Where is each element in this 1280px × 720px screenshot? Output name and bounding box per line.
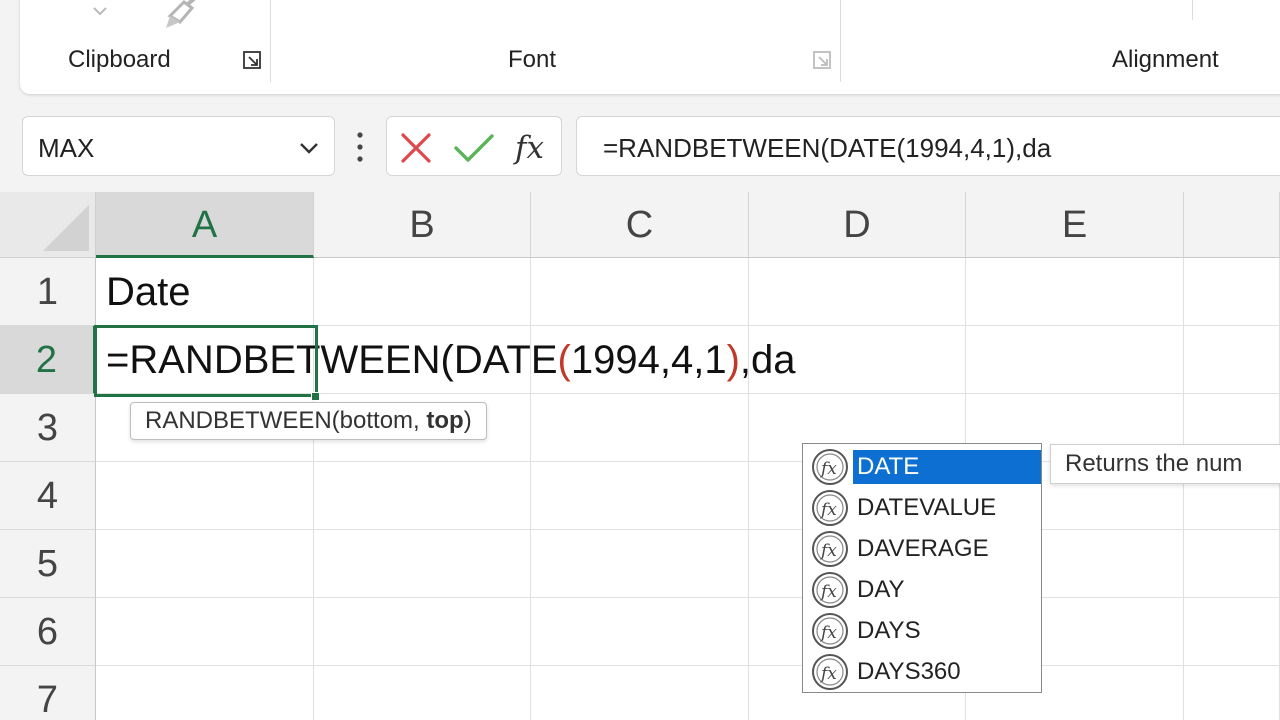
grid-cell[interactable] bbox=[1184, 598, 1280, 666]
format-painter-icon[interactable] bbox=[162, 0, 208, 32]
grid-cell[interactable] bbox=[531, 462, 749, 530]
cell-a1[interactable]: Date bbox=[106, 270, 191, 315]
name-box[interactable]: MAX bbox=[22, 116, 335, 176]
function-icon: fx bbox=[812, 613, 848, 649]
autocomplete-label: DAYS bbox=[857, 617, 921, 644]
grid-cell[interactable] bbox=[749, 258, 966, 326]
row-header-2[interactable]: 2 bbox=[0, 326, 96, 394]
column-header-b[interactable]: B bbox=[314, 192, 531, 258]
function-icon: fx bbox=[812, 654, 848, 690]
column-header-c[interactable]: C bbox=[531, 192, 749, 258]
grid-cell[interactable] bbox=[96, 666, 314, 720]
grid-cell[interactable] bbox=[314, 258, 531, 326]
autocomplete-label: DAY bbox=[857, 576, 905, 603]
autocomplete-item-daverage[interactable]: fx DAVERAGE bbox=[803, 528, 1041, 569]
grid-cell[interactable] bbox=[314, 530, 531, 598]
tooltip-function-signature: RANDBETWEEN(bottom, bbox=[145, 407, 427, 434]
grid-cell[interactable] bbox=[314, 666, 531, 720]
autocomplete-item-datevalue[interactable]: fx DATEVALUE bbox=[803, 487, 1041, 528]
cell-a2-close-paren: ) bbox=[726, 338, 740, 382]
grid-cell[interactable] bbox=[966, 258, 1184, 326]
grid-cell[interactable] bbox=[531, 598, 749, 666]
select-all-triangle-icon bbox=[43, 205, 89, 251]
font-dialog-launcher-icon[interactable] bbox=[812, 50, 832, 70]
autocomplete-label: DATE bbox=[853, 450, 1041, 484]
grid-cell[interactable] bbox=[1184, 258, 1280, 326]
ribbon-separator bbox=[840, 0, 841, 82]
function-autocomplete-list[interactable]: fx DATE fx DATEVALUE fx DAVERAGE fx DAY … bbox=[802, 443, 1042, 693]
function-description-tooltip: Returns the num bbox=[1050, 444, 1280, 484]
grid-cell[interactable] bbox=[1184, 666, 1280, 720]
cell-a2-args: 1994,4,1 bbox=[570, 338, 727, 382]
formula-input[interactable]: =RANDBETWEEN(DATE(1994,4,1),da bbox=[576, 116, 1280, 176]
active-cell-border bbox=[94, 325, 318, 397]
fill-handle[interactable] bbox=[311, 392, 320, 401]
enter-check-icon[interactable] bbox=[453, 131, 495, 165]
function-icon: fx bbox=[812, 490, 848, 526]
svg-text:fx: fx bbox=[819, 582, 837, 602]
tooltip-current-argument: top bbox=[426, 407, 464, 434]
more-options-icon[interactable] bbox=[354, 130, 366, 164]
autocomplete-item-date[interactable]: fx DATE bbox=[803, 446, 1041, 487]
row-header-5[interactable]: 5 bbox=[0, 530, 96, 598]
grid-cell[interactable] bbox=[1184, 530, 1280, 598]
column-header-e[interactable]: E bbox=[966, 192, 1184, 258]
row-header-3[interactable]: 3 bbox=[0, 394, 96, 462]
group-label-font: Font bbox=[508, 46, 557, 73]
function-icon: fx bbox=[812, 449, 848, 485]
grid-cell[interactable] bbox=[531, 394, 749, 462]
function-icon: fx bbox=[812, 531, 848, 567]
cell-a2-open-paren: ( bbox=[557, 338, 571, 382]
column-header-a[interactable]: A bbox=[96, 192, 314, 258]
grid-cell[interactable] bbox=[96, 462, 314, 530]
autocomplete-item-days360[interactable]: fx DAYS360 bbox=[803, 651, 1041, 692]
grid-cell[interactable] bbox=[96, 530, 314, 598]
cancel-x-icon[interactable] bbox=[399, 131, 433, 165]
grid-cell[interactable] bbox=[314, 598, 531, 666]
grid-cell[interactable] bbox=[1184, 326, 1280, 394]
grid-cell[interactable] bbox=[531, 258, 749, 326]
formula-content: =RANDBETWEEN(DATE(1994,4,1),da bbox=[603, 133, 1052, 163]
svg-text:fx: fx bbox=[513, 130, 544, 166]
tooltip-close-paren: ) bbox=[463, 407, 472, 434]
column-header-f-partial[interactable] bbox=[1184, 192, 1280, 258]
chevron-down-icon[interactable] bbox=[298, 137, 320, 159]
svg-text:fx: fx bbox=[819, 623, 837, 643]
grid-cell[interactable] bbox=[314, 462, 531, 530]
autocomplete-item-days[interactable]: fx DAYS bbox=[803, 610, 1041, 651]
group-label-clipboard: Clipboard bbox=[68, 46, 171, 73]
autocomplete-label: DAYS360 bbox=[857, 658, 961, 685]
name-box-value: MAX bbox=[38, 133, 95, 163]
ribbon-separator bbox=[1192, 0, 1193, 20]
grid-cell[interactable] bbox=[966, 326, 1184, 394]
row-header-1[interactable]: 1 bbox=[0, 258, 96, 326]
grid-cell[interactable] bbox=[531, 530, 749, 598]
grid-cell[interactable] bbox=[96, 598, 314, 666]
ribbon-separator bbox=[270, 0, 271, 82]
row-header-4[interactable]: 4 bbox=[0, 462, 96, 530]
clipboard-dialog-launcher-icon[interactable] bbox=[242, 50, 262, 70]
formula-actions: fx bbox=[386, 116, 562, 176]
svg-text:fx: fx bbox=[819, 500, 837, 520]
svg-text:fx: fx bbox=[819, 664, 837, 684]
excel-window: Clipboard Font Alignment MAX fx =RANDBET… bbox=[0, 0, 1280, 720]
cell-a2-text-after: ,da bbox=[739, 338, 796, 382]
autocomplete-label: DAVERAGE bbox=[857, 535, 989, 562]
select-all-corner[interactable] bbox=[0, 192, 96, 258]
ribbon: Clipboard Font Alignment bbox=[20, 0, 1280, 94]
group-label-alignment: Alignment bbox=[1112, 46, 1219, 73]
autocomplete-label: DATEVALUE bbox=[857, 494, 997, 521]
function-argument-tooltip[interactable]: RANDBETWEEN(bottom, top) bbox=[130, 402, 487, 440]
grid-cell[interactable] bbox=[531, 666, 749, 720]
row-header-7[interactable]: 7 bbox=[0, 666, 96, 720]
svg-text:fx: fx bbox=[819, 459, 837, 479]
svg-text:fx: fx bbox=[819, 541, 837, 561]
column-header-d[interactable]: D bbox=[749, 192, 966, 258]
insert-function-icon[interactable]: fx bbox=[513, 127, 553, 167]
paste-dropdown-chevron-icon[interactable] bbox=[90, 4, 110, 18]
function-icon: fx bbox=[812, 572, 848, 608]
row-header-6[interactable]: 6 bbox=[0, 598, 96, 666]
autocomplete-item-day[interactable]: fx DAY bbox=[803, 569, 1041, 610]
